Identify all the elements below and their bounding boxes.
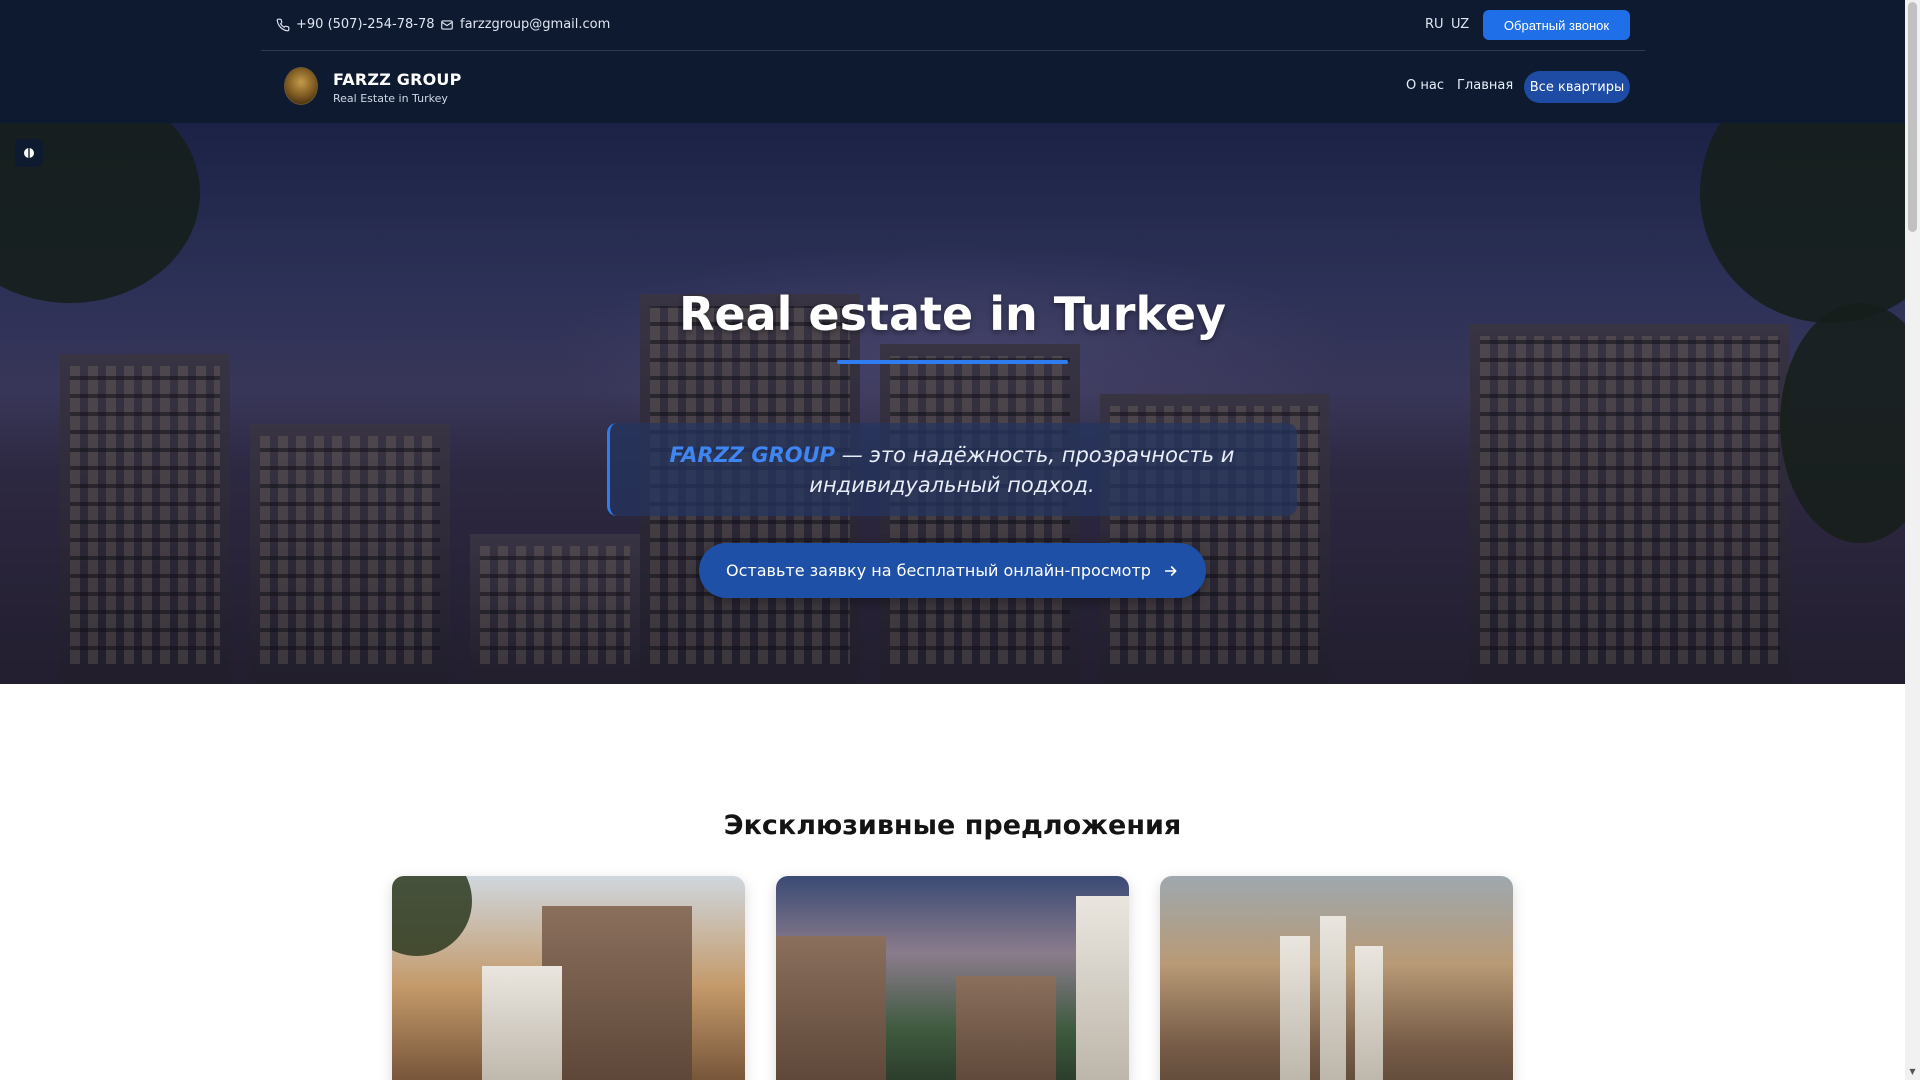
- offer-image: [956, 976, 1056, 1080]
- offer-card[interactable]: [1160, 876, 1513, 1080]
- email-address[interactable]: farzzgroup@gmail.com: [460, 17, 610, 32]
- brand-tagline: Real Estate in Turkey: [333, 92, 448, 105]
- cta-label: Оставьте заявку на бесплатный онлайн-про…: [726, 561, 1151, 580]
- offer-card[interactable]: [776, 876, 1129, 1080]
- nav-all-apartments[interactable]: Все квартиры: [1524, 71, 1630, 103]
- brand-name[interactable]: FARZZ GROUP: [333, 70, 462, 89]
- offers-title: Эксклюзивные предложения: [723, 810, 1182, 841]
- theme-toggle-icon: [24, 148, 34, 158]
- hero-title: Real estate in Turkey: [678, 287, 1227, 341]
- hero-quote: FARZZ GROUP — это надёжность, прозрачнос…: [640, 440, 1264, 500]
- offer-image: [1320, 916, 1346, 1080]
- nav-about[interactable]: О нас: [1406, 78, 1444, 93]
- site-header: +90 (507)-254-78-78 farzzgroup@gmail.com…: [0, 0, 1905, 123]
- nav-home[interactable]: Главная: [1457, 78, 1513, 93]
- hero-quote-text: — это надёжность, прозрачность и индивид…: [809, 443, 1235, 497]
- offer-image: [482, 966, 562, 1080]
- phone-icon: [276, 18, 290, 31]
- phone-number[interactable]: +90 (507)-254-78-78: [296, 17, 435, 32]
- hero-section: Real estate in Turkey FARZZ GROUP — это …: [0, 123, 1905, 684]
- offer-image: [542, 906, 692, 1080]
- offer-image: [776, 936, 886, 1080]
- offer-card[interactable]: [392, 876, 745, 1080]
- phone-contact[interactable]: +90 (507)-254-78-78: [276, 17, 435, 32]
- brand-logo[interactable]: [284, 67, 318, 105]
- arrow-right-icon: [1164, 565, 1177, 576]
- hero-title-underline: [837, 360, 1068, 364]
- scrollbar-thumb[interactable]: [1908, 2, 1917, 232]
- page-scrollbar[interactable]: ▼: [1905, 0, 1920, 1080]
- callback-button[interactable]: Обратный звонок: [1483, 10, 1630, 40]
- lang-ru[interactable]: RU: [1425, 17, 1444, 32]
- mail-icon: [441, 19, 453, 30]
- hero-overlay: [0, 123, 1905, 684]
- offer-image: [1280, 936, 1310, 1080]
- lang-uz[interactable]: UZ: [1451, 17, 1469, 32]
- theme-toggle-button[interactable]: [15, 139, 43, 167]
- offer-image: [1076, 896, 1129, 1080]
- hero-quote-brand: FARZZ GROUP: [669, 443, 836, 467]
- email-contact[interactable]: farzzgroup@gmail.com: [440, 17, 610, 32]
- offer-image: [1355, 946, 1383, 1080]
- offer-image-tree: [392, 876, 472, 956]
- cta-online-viewing-button[interactable]: Оставьте заявку на бесплатный онлайн-про…: [699, 543, 1206, 598]
- topbar: +90 (507)-254-78-78 farzzgroup@gmail.com…: [261, 0, 1645, 51]
- scroll-down-arrow-icon[interactable]: ▼: [1908, 1068, 1917, 1076]
